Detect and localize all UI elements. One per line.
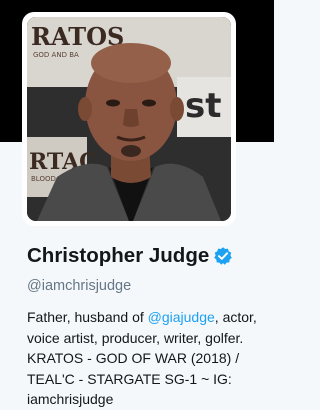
display-name-text[interactable]: Christopher Judge — [27, 244, 209, 268]
avatar-frame[interactable]: RATOS GOD AND BA st RTAC BLOOD AN — [22, 12, 236, 226]
verified-badge-icon — [213, 246, 233, 266]
profile-screen-name[interactable]: @iamchrisjudge — [27, 278, 131, 294]
profile-bio: Father, husband of @giajudge, actor, voi… — [27, 307, 272, 410]
poster-text-top-sub: GOD AND BA — [33, 51, 79, 59]
profile-display-name[interactable]: Christopher Judge — [27, 244, 233, 268]
bio-line: voice artist, producer, writer, golfer. — [27, 329, 244, 346]
bio-line: KRATOS - GOD OF WAR (2018) / — [27, 350, 240, 366]
bio-text: Father, husband of — [27, 309, 148, 325]
bio-text: , actor, — [214, 309, 257, 325]
avatar[interactable]: RATOS GOD AND BA st RTAC BLOOD AN — [27, 17, 231, 221]
avatar-photo-image: RATOS GOD AND BA st RTAC BLOOD AN — [27, 17, 231, 221]
poster-text-right: st — [185, 86, 222, 126]
mention-link-giajudge[interactable]: @giajudge — [148, 309, 215, 325]
bio-line: TEAL'C - STARGATE SG-1 ~ IG: — [27, 370, 232, 387]
bio-line: Father, husband of @giajudge, actor, — [27, 307, 272, 328]
bio-line: iamchrisjudge — [27, 391, 114, 407]
